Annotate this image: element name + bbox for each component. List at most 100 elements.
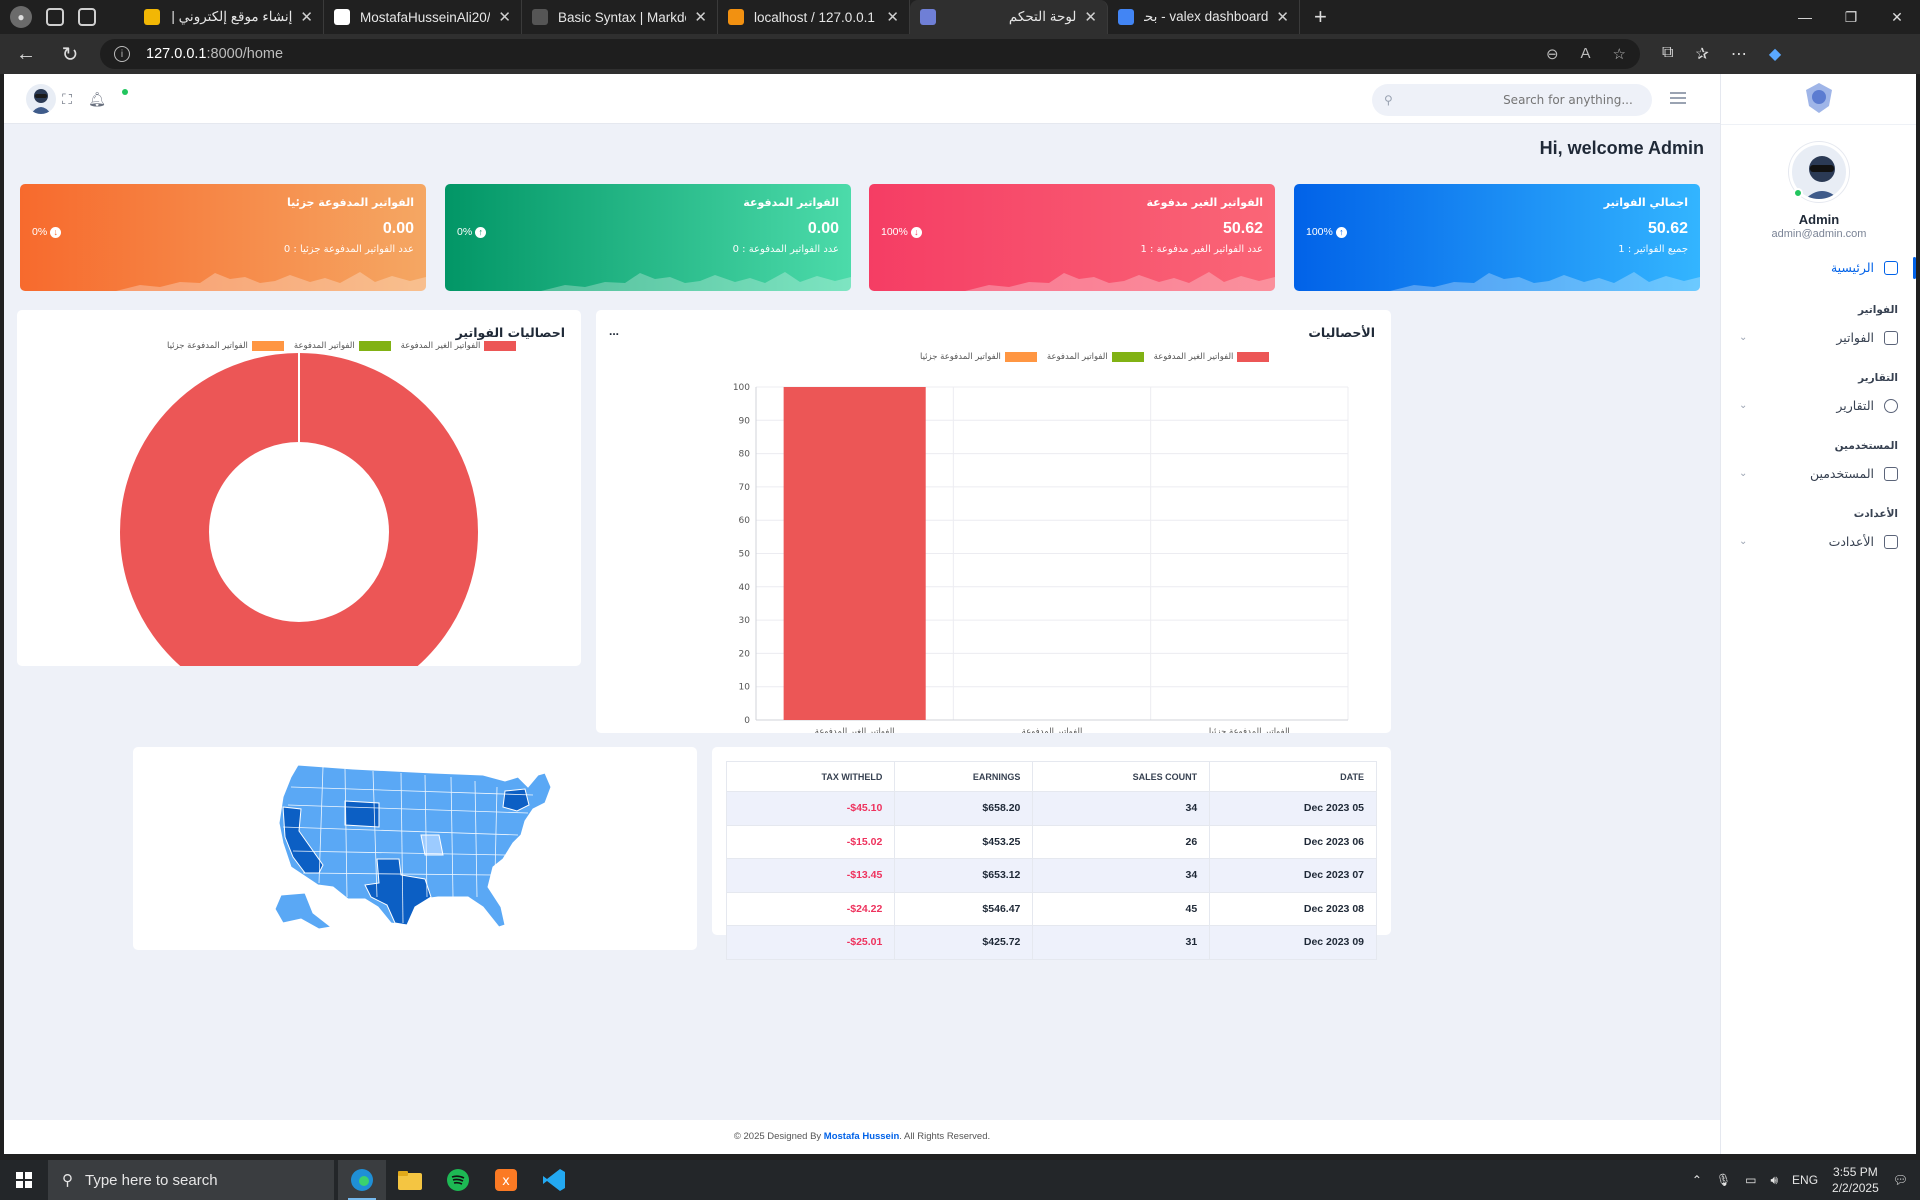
y-tick-label: 20 — [739, 649, 751, 659]
new-tab-icon[interactable]: + — [1314, 4, 1327, 30]
page-footer: © 2025 Designed By Mostafa Hussein. All … — [4, 1120, 1720, 1154]
refresh-icon[interactable]: ↻ — [52, 36, 88, 72]
zoom-icon[interactable]: ⊖ — [1546, 45, 1559, 63]
notifications-icon[interactable]: 💬︎ — [1893, 1173, 1908, 1187]
browser-tab[interactable]: Basic Syntax | Markdown Guide ✕ — [522, 0, 718, 34]
browser-tab[interactable]: localhost / 127.0.0.1 / invoices_sy ✕ — [718, 0, 910, 34]
microphone-icon[interactable]: 🎙︎ — [1716, 1173, 1731, 1187]
more-menu-icon[interactable]: ⋯ — [1731, 44, 1747, 64]
sidebar-item-users[interactable]: المستخدمين — [1810, 466, 1898, 481]
tab-title: localhost / 127.0.0.1 / invoices_sy — [754, 9, 878, 25]
sidebar-item-invoices[interactable]: الفواتير — [1836, 330, 1898, 345]
donut-panel: احصاليات الفواتير الفواتير الغير المدفوع… — [17, 310, 581, 666]
search-input[interactable] — [1402, 93, 1633, 107]
taskbar-clock[interactable]: 3:55 PM 2/2/2025 — [1832, 1164, 1879, 1196]
close-tab-icon[interactable]: ✕ — [1084, 8, 1097, 26]
browser-tab[interactable]: إنشاء موقع إلكتروني | خدمات برمجة ✕ — [134, 0, 324, 34]
chevron-down-icon[interactable]: ⌄ — [1739, 332, 1747, 343]
vscode-app-icon[interactable] — [530, 1160, 578, 1200]
table-header-cell[interactable]: SALES COUNT — [1032, 761, 1211, 792]
tab-actions-icon[interactable] — [78, 8, 96, 26]
tab-strip: إنشاء موقع إلكتروني | خدمات برمجة✕Mostaf… — [134, 0, 1300, 34]
x-tick-label: الفواتير المدفوعة — [1022, 727, 1083, 733]
sales-table: TAX WITHELD EARNINGS SALES COUNT DATE -$45.… — [725, 761, 1377, 960]
profile-icon[interactable]: ● — [10, 6, 32, 28]
menu-toggle-icon[interactable] — [1670, 92, 1686, 107]
search-icon[interactable]: ⚲ — [1384, 93, 1393, 107]
sidebar-item-label: الأعدادت — [1828, 534, 1874, 549]
taskbar-search[interactable]: ⚲ Type here to search — [48, 1160, 334, 1200]
page-viewport: ⛶ 🔔︎ ⚲ Admin admin@admin.com الرئيسية ال… — [4, 74, 1916, 1154]
table-header-cell[interactable]: DATE — [1209, 761, 1377, 792]
notifications-bell-icon[interactable]: 🔔︎ — [88, 90, 106, 108]
volume-icon[interactable]: 🔊︎ — [1770, 1173, 1778, 1188]
clock-time: 3:55 PM — [1833, 1165, 1878, 1179]
table-cell: Dec 2023 06 — [1209, 824, 1377, 859]
fullscreen-icon[interactable]: ⛶ — [58, 90, 76, 108]
spotify-app-icon[interactable] — [434, 1160, 482, 1200]
sidebar-item-home[interactable]: الرئيسية — [1831, 260, 1898, 275]
sparkline-area — [965, 272, 1275, 291]
read-aloud-icon[interactable]: A — [1581, 45, 1591, 63]
logo-icon[interactable] — [1801, 80, 1837, 116]
table-cell: -$45.10 — [725, 791, 896, 826]
close-tab-icon[interactable]: ✕ — [694, 8, 707, 26]
tab-title: valex dashboard - بحث Google — [1144, 9, 1269, 24]
extensions-icon[interactable]: ⧉ — [1662, 44, 1673, 64]
x-tick-label: الفواتير الغير المدفوعة — [815, 727, 895, 733]
taskbar-search-placeholder: Type here to search — [85, 1171, 218, 1189]
sidebar-item-settings[interactable]: الأعدادت — [1829, 534, 1898, 549]
xampp-app-icon[interactable]: x — [482, 1160, 530, 1200]
network-icon[interactable]: ▭ — [1745, 1173, 1756, 1187]
chevron-down-icon[interactable]: ⌄ — [1739, 468, 1747, 479]
y-tick-label: 40 — [739, 583, 751, 593]
sparkline-area — [1390, 272, 1700, 291]
close-tab-icon[interactable]: ✕ — [1276, 8, 1289, 26]
table-row: -$15.02 $453.25 26 Dec 2023 06 — [725, 824, 1377, 859]
favorites-icon[interactable]: ✰ — [1695, 44, 1708, 64]
table-cell: Dec 2023 09 — [1209, 925, 1377, 960]
edge-app-icon[interactable] — [338, 1160, 386, 1200]
browser-tab[interactable]: MostafaHusseinAli20/invoices_ap ✕ — [324, 0, 522, 34]
close-window-icon[interactable]: ✕ — [1874, 0, 1920, 34]
close-tab-icon[interactable]: ✕ — [498, 8, 511, 26]
language-indicator[interactable]: ENG — [1792, 1173, 1818, 1187]
stat-card-percent-value: 0% — [32, 226, 48, 238]
y-tick-label: 80 — [739, 450, 751, 460]
back-icon[interactable]: ← — [8, 36, 44, 72]
table-header-cell[interactable]: TAX WITHELD — [725, 761, 896, 792]
chevron-down-icon[interactable]: ⌄ — [1739, 400, 1747, 411]
stat-card-title: الفواتير الغير مدفوعة — [1146, 196, 1264, 209]
url-field[interactable]: i 127.0.0.1:8000/home ⊖ A ☆ — [100, 39, 1640, 69]
sidebar-category-reports: التقارير — [1858, 372, 1898, 384]
table-header-cell[interactable]: EARNINGS — [894, 761, 1034, 792]
y-tick-label: 60 — [739, 516, 751, 526]
copilot-icon[interactable]: ◆ — [1769, 44, 1781, 64]
map-panel — [133, 747, 697, 950]
browser-tab[interactable]: لوحة التحكم ✕ — [910, 0, 1108, 34]
sidebar-item-reports[interactable]: التقارير — [1836, 398, 1898, 413]
chevron-down-icon[interactable]: ⌄ — [1739, 536, 1747, 547]
table-cell: Dec 2023 07 — [1209, 858, 1377, 893]
minimize-icon[interactable]: — — [1782, 0, 1828, 34]
site-info-icon[interactable]: i — [114, 46, 130, 62]
search-icon: ⚲ — [62, 1172, 73, 1189]
restore-icon[interactable]: ❐ — [1828, 0, 1874, 34]
tab-favicon-icon — [920, 9, 936, 25]
table-cell: $425.72 — [894, 925, 1034, 960]
dashboard-grid-icon — [1884, 260, 1898, 275]
stat-card-subtitle: عدد الفواتير الغير مدفوعة : 1 — [1140, 244, 1263, 255]
stat-card-percent-value: 0% — [457, 226, 473, 238]
workspaces-icon[interactable] — [46, 8, 64, 26]
close-tab-icon[interactable]: ✕ — [886, 8, 899, 26]
sidebar-user-name: Admin — [1798, 212, 1840, 227]
chevron-up-icon[interactable]: ⌃ — [1692, 1173, 1702, 1187]
header-avatar[interactable] — [26, 84, 56, 114]
footer-author-link[interactable]: Mostafa Hussein — [824, 1131, 900, 1142]
close-tab-icon[interactable]: ✕ — [300, 8, 313, 26]
windows-start-icon[interactable] — [0, 1160, 48, 1200]
favorite-star-icon[interactable]: ☆ — [1613, 45, 1626, 63]
table-cell: 34 — [1032, 791, 1211, 826]
browser-tab[interactable]: valex dashboard - بحث Google ✕ — [1108, 0, 1300, 34]
file-explorer-app-icon[interactable] — [386, 1160, 434, 1200]
